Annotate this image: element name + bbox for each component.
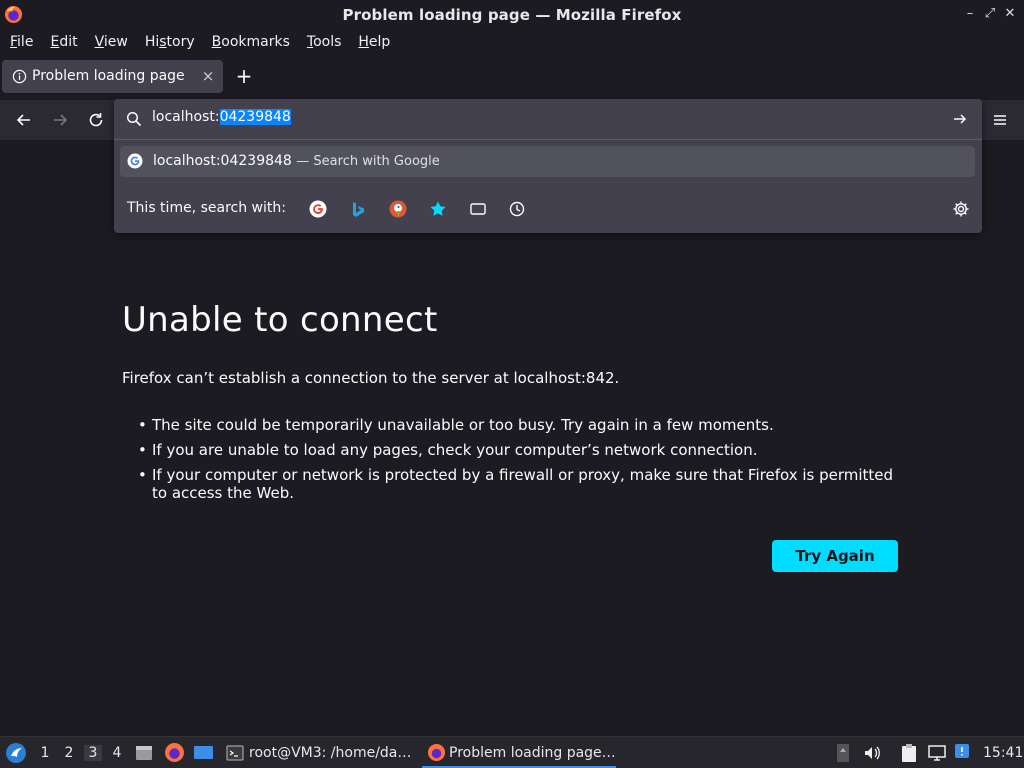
history-engine-icon[interactable] [508, 200, 526, 218]
url-text[interactable]: localhost:04239848 [152, 109, 291, 125]
menu-tools[interactable]: Tools [301, 34, 348, 50]
suggestion-text: localhost:04239848 — Search with Google [153, 153, 440, 169]
tab-problem-loading[interactable]: Problem loading page × [2, 60, 223, 93]
firefox-icon [427, 743, 446, 762]
network-icon[interactable] [927, 744, 947, 762]
urlbar-input[interactable]: localhost:04239848 [114, 99, 982, 139]
google-engine-icon[interactable] [309, 200, 327, 218]
menu-view[interactable]: View [89, 34, 134, 50]
reload-icon[interactable] [86, 110, 106, 130]
url-prefix: localhost: [152, 109, 220, 125]
file-manager-icon[interactable] [134, 743, 154, 763]
workspace-2[interactable]: 2 [61, 745, 77, 761]
desktop-icon[interactable] [193, 744, 214, 762]
tab-strip: Problem loading page × + [0, 54, 1024, 100]
info-icon [12, 69, 27, 84]
error-bullets: The site could be temporarily unavailabl… [122, 416, 902, 509]
firefox-launcher-icon[interactable] [164, 742, 185, 763]
clock: 15:41 [983, 745, 1024, 761]
search-icon [126, 111, 142, 127]
list-item: The site could be temporarily unavailabl… [122, 416, 902, 434]
task-terminal[interactable]: root@VM3: /home/da… [249, 745, 411, 761]
restore-icon[interactable]: ⤢ [983, 6, 997, 22]
error-description: Firefox can’t establish a connection to … [122, 369, 620, 387]
urlbar-dropdown: localhost:04239848 localhost:04239848 — … [114, 99, 982, 233]
app-menu-icon[interactable] [990, 110, 1010, 130]
back-icon[interactable] [14, 110, 34, 130]
scroll-indicator-icon[interactable] [836, 743, 850, 763]
taskbar: 1 2 3 4 root@VM3: /home/da… Problem load… [0, 736, 1024, 768]
menu-help[interactable]: Help [352, 34, 396, 50]
suggestion-row[interactable]: localhost:04239848 — Search with Google [120, 146, 975, 177]
workspace-4[interactable]: 4 [109, 745, 125, 761]
menu-file[interactable]: File [4, 34, 39, 50]
duckduckgo-engine-icon[interactable] [389, 200, 407, 218]
minimize-icon[interactable]: – [963, 6, 977, 22]
menu-history[interactable]: History [139, 34, 201, 50]
search-settings-icon[interactable] [952, 200, 970, 218]
terminal-icon [226, 745, 244, 761]
start-menu-icon[interactable] [5, 742, 27, 764]
new-tab-button[interactable]: + [234, 66, 254, 86]
google-icon [127, 153, 143, 169]
go-arrow-icon[interactable] [952, 111, 968, 127]
try-again-button[interactable]: Try Again [772, 540, 898, 572]
workspace-1[interactable]: 1 [37, 745, 53, 761]
menu-bookmarks[interactable]: Bookmarks [206, 34, 296, 50]
workspace-3[interactable]: 3 [84, 745, 102, 761]
close-icon[interactable]: ✕ [1003, 6, 1017, 22]
url-selected-text: 04239848 [219, 109, 291, 125]
volume-icon[interactable] [863, 744, 881, 762]
task-firefox[interactable]: Problem loading page… [449, 745, 616, 761]
list-item: If your computer or network is protected… [122, 466, 902, 502]
tab-label: Problem loading page [32, 68, 185, 84]
divider [114, 139, 982, 140]
error-title: Unable to connect [122, 300, 438, 340]
clipboard-icon[interactable] [900, 743, 918, 763]
bookmarks-engine-icon[interactable] [429, 200, 447, 218]
menubar: File Edit View History Bookmarks Tools H… [0, 29, 1024, 54]
one-off-label: This time, search with: [127, 200, 286, 216]
notification-icon[interactable] [954, 742, 972, 762]
window-title: Problem loading page — Mozilla Firefox [342, 5, 682, 24]
window-titlebar: Problem loading page — Mozilla Firefox –… [0, 0, 1024, 29]
tabs-engine-icon[interactable] [469, 200, 487, 218]
list-item: If you are unable to load any pages, che… [122, 441, 902, 459]
one-off-search-bar: This time, search with: [114, 189, 982, 229]
bing-engine-icon[interactable] [349, 200, 367, 218]
menu-edit[interactable]: Edit [44, 34, 83, 50]
firefox-logo-icon [4, 5, 23, 24]
error-container: Unable to connect Firefox can’t establis… [122, 300, 902, 502]
forward-icon[interactable] [50, 110, 70, 130]
tab-close-icon[interactable]: × [201, 67, 215, 85]
suggestion-action: — Search with Google [296, 154, 440, 169]
